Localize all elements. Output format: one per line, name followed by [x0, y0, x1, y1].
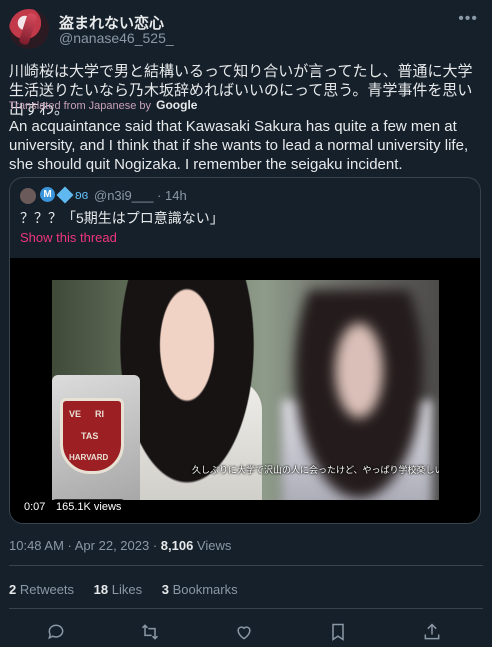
tweet-text-translated: An acquaintance said that Kawasaki Sakur… [9, 118, 469, 173]
video-player[interactable]: VE RI TAS HARVARD 久しぶりに大学で沢山の人に会ったけど、やっぱ… [10, 258, 480, 523]
tweet-meta: 10:48 AM · Apr 22, 2023 · 8,106 Views [9, 538, 231, 553]
avatar[interactable] [9, 9, 49, 49]
translation-attribution[interactable]: Translated from Japanese by Google [9, 98, 197, 112]
shield-text-3: TAS [81, 431, 99, 441]
video-frame: VE RI TAS HARVARD 久しぶりに大学で沢山の人に会ったけど、やっぱ… [52, 280, 439, 500]
show-thread-link[interactable]: Show this thread [20, 230, 117, 245]
retweet-icon[interactable] [140, 622, 160, 642]
divider [9, 565, 483, 566]
likes-stat[interactable]: 18 Likes [94, 582, 142, 597]
likes-label: Likes [108, 582, 143, 597]
action-bar [0, 620, 492, 644]
bookmark-icon[interactable] [328, 622, 348, 642]
shield-text-2: RI [95, 409, 104, 419]
divider [9, 608, 483, 609]
quote-badges: Mʚɞ [40, 186, 89, 204]
retweets-stat[interactable]: 2 Retweets [9, 582, 74, 597]
quote-time: · 14h [157, 188, 187, 203]
diamond-icon [56, 186, 74, 204]
like-icon[interactable] [234, 622, 254, 642]
more-icon[interactable]: ••• [458, 10, 478, 28]
google-logo: Google [156, 98, 198, 112]
bookmarks-count: 3 [161, 582, 169, 597]
video-views: 165.1K views [52, 499, 126, 515]
likes-count: 18 [93, 582, 109, 597]
translated-label: Translated from Japanese by [9, 100, 152, 112]
reply-icon[interactable] [46, 622, 66, 642]
quote-text: ？？？「5期生はプロ意識ない」 [20, 210, 224, 226]
m-badge-icon: M [40, 187, 55, 203]
quote-handle-time: @n3i9___ · 14h [94, 188, 187, 203]
shield-text-4: HARVARD [69, 453, 109, 462]
butterfly-icon: ʚɞ [75, 187, 89, 203]
quote-handle: @n3i9___ [94, 188, 154, 203]
engagement-stats: 2 Retweets 18 Likes 3 Bookmarks [9, 582, 254, 597]
quote-avatar [20, 188, 36, 204]
bookmarks-label: Bookmarks [168, 582, 238, 597]
author-handle[interactable]: @nanase46_525_ [59, 30, 174, 46]
harvard-shield: VE RI TAS HARVARD [60, 398, 124, 474]
shield-text-1: VE [69, 409, 82, 419]
bookmarks-stat[interactable]: 3 Bookmarks [162, 582, 238, 597]
video-duration: 0:07 [20, 499, 50, 515]
video-subtitle: 久しぶりに大学で沢山の人に会ったけど、やっぱり学校楽しいな〜って思いました [192, 465, 439, 475]
share-icon[interactable] [422, 622, 442, 642]
views-label: Views [193, 538, 232, 553]
tweet-timestamp[interactable]: 10:48 AM · Apr 22, 2023 · [9, 538, 161, 553]
quoted-tweet[interactable]: Mʚɞ @n3i9___ · 14h ？？？「5期生はプロ意識ない」 Show … [9, 177, 481, 524]
retweets-label: Retweets [16, 582, 75, 597]
tweet: 盗まれない恋心 @nanase46_525_ ••• 川崎桜は大学で男と結構いる… [0, 0, 492, 647]
views-count: 8,106 [160, 538, 194, 553]
